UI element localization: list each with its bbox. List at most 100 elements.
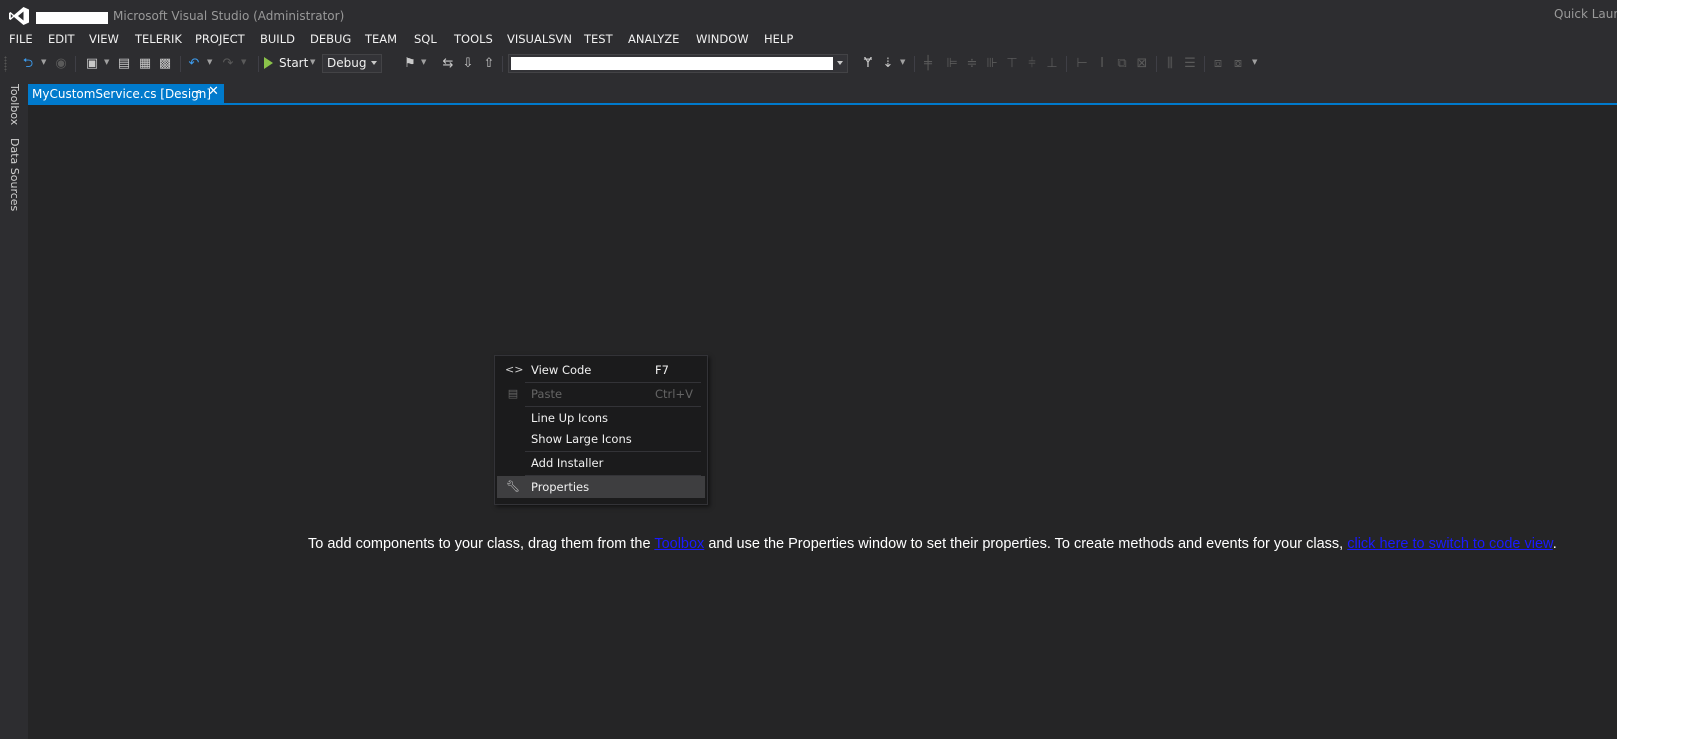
visual-studio-logo-icon [9, 7, 29, 25]
start-dropdown-icon[interactable]: ▼ [310, 58, 315, 66]
paste-icon: ▤ [507, 387, 519, 400]
window-title: Microsoft Visual Studio (Administrator) [113, 9, 345, 23]
make-same-size-icon[interactable]: ⊠ [1134, 56, 1150, 72]
navigate-back-dropdown-icon[interactable]: ▼ [41, 58, 46, 66]
save-icon[interactable]: ▦ [137, 56, 153, 72]
quick-launch-box[interactable]: Quick Launch [1554, 7, 1617, 21]
document-tab-mycustomservice[interactable]: MyCustomService.cs [Design] ⊸ ✕ [28, 84, 224, 103]
redo-dropdown-icon[interactable]: ▼ [241, 58, 246, 66]
designer-hint-text: To add components to your class, drag th… [308, 536, 1557, 552]
menu-item-line-up-icons[interactable]: Line Up Icons [497, 407, 705, 429]
toolbox-link[interactable]: Toolbox [654, 536, 704, 552]
menu-sql[interactable]: SQL [414, 32, 437, 46]
menu-item-show-large-icons[interactable]: Show Large Icons [497, 428, 705, 450]
toolbox-dock-tab[interactable]: Toolbox [8, 84, 21, 125]
menu-item-label: Add Installer [531, 456, 604, 470]
step-over-icon[interactable]: ⇆ [440, 56, 456, 72]
component-design-surface[interactable] [28, 105, 1617, 739]
redo-icon[interactable]: ↷ [220, 56, 236, 72]
align-top-icon[interactable]: ⊤ [1004, 56, 1020, 72]
close-icon[interactable]: ✕ [208, 84, 219, 99]
menu-test[interactable]: TEST [584, 32, 613, 46]
chevron-down-icon [837, 61, 843, 65]
attach-process-icon[interactable]: ⚑ [402, 56, 418, 72]
menu-window[interactable]: WINDOW [696, 32, 749, 46]
toolbar-separator [1066, 56, 1067, 72]
new-project-dropdown-icon[interactable]: ▼ [104, 58, 109, 66]
make-same-width-icon[interactable]: ⊢ [1074, 56, 1090, 72]
align-center-icon[interactable]: ≑ [964, 56, 980, 72]
menu-view[interactable]: VIEW [89, 32, 119, 46]
configuration-value: Debug [327, 56, 367, 70]
menu-item-add-installer[interactable]: Add Installer [497, 452, 705, 474]
horizontal-spacing-icon[interactable]: ⫼ [1162, 56, 1178, 72]
menu-edit[interactable]: EDIT [48, 32, 75, 46]
make-same-height-icon[interactable]: Ⅰ [1094, 56, 1110, 72]
menu-item-label: View Code [531, 363, 592, 377]
undo-dropdown-icon[interactable]: ▼ [207, 58, 212, 66]
navigate-forward-icon[interactable]: ◉ [53, 56, 69, 72]
step-out-icon[interactable]: ⇧ [481, 56, 497, 72]
toolbar-separator [1204, 56, 1205, 72]
start-label: Start [279, 56, 309, 70]
menu-item-label: Line Up Icons [531, 411, 609, 425]
pin-icon[interactable]: ⊸ [192, 85, 201, 98]
chevron-down-icon [371, 61, 377, 65]
toolbar-separator [1156, 56, 1157, 72]
menu-item-shortcut: F7 [655, 363, 669, 377]
menu-item-label: Paste [531, 387, 563, 401]
menu-item-label: Show Large Icons [531, 432, 632, 446]
menu-telerik[interactable]: TELERIK [135, 32, 182, 46]
menu-item-properties[interactable]: 🔧︎ Properties [497, 476, 705, 498]
hint-text-part: . [1552, 536, 1557, 552]
toolbar-grip[interactable] [4, 56, 7, 72]
menu-project[interactable]: PROJECT [195, 32, 245, 46]
menu-item-label: Properties [531, 480, 590, 494]
snap-grid-icon[interactable]: ╪ [920, 56, 936, 72]
redacted-project-name [511, 57, 833, 70]
toolbar-separator [914, 56, 915, 72]
menu-build[interactable]: BUILD [260, 32, 295, 46]
vertical-spacing-icon[interactable]: ☰ [1182, 56, 1198, 72]
startup-project-select[interactable] [508, 54, 848, 73]
menu-item-view-code[interactable]: <> View Code F7 [497, 359, 705, 381]
menu-file[interactable]: FILE [9, 32, 33, 46]
menu-help[interactable]: HELP [764, 32, 793, 46]
solution-configuration-select[interactable]: Debug [322, 54, 382, 73]
menu-visualsvn[interactable]: VISUALSVN [507, 32, 572, 46]
left-dock-strip: Toolbox Data Sources [0, 80, 26, 739]
document-tab-title: MyCustomService.cs [Design] [32, 87, 212, 101]
navigate-back-icon[interactable]: ⮌ [20, 56, 36, 72]
bring-to-front-icon[interactable]: ⧈ [1210, 56, 1226, 72]
code-icon: <> [505, 363, 524, 376]
commit-icon[interactable]: ⇣ [880, 56, 896, 72]
save-all-icon[interactable]: ▩ [157, 56, 173, 72]
toolbar-separator [258, 56, 259, 72]
branch-icon[interactable]: Ɏ [860, 56, 876, 72]
switch-to-code-view-link[interactable]: click here to switch to code view [1347, 536, 1553, 552]
data-sources-dock-tab[interactable]: Data Sources [8, 138, 21, 211]
align-bottom-icon[interactable]: ⊥ [1044, 56, 1060, 72]
hint-text-part: To add components to your class, drag th… [308, 536, 655, 552]
align-middle-icon[interactable]: ⫩ [1024, 56, 1040, 72]
toolbar-separator [502, 56, 503, 72]
menu-analyze[interactable]: ANALYZE [628, 32, 679, 46]
toolbar-options-dropdown-icon[interactable]: ▼ [1252, 58, 1257, 66]
undo-icon[interactable]: ↶ [186, 56, 202, 72]
commit-dropdown-icon[interactable]: ▼ [900, 58, 905, 66]
start-debugging-button[interactable]: Start [264, 56, 308, 70]
align-left-icon[interactable]: ⊫ [944, 56, 960, 72]
start-play-icon [264, 57, 273, 69]
new-project-icon[interactable]: ▣ [84, 56, 100, 72]
open-file-icon[interactable]: ▤ [116, 56, 132, 72]
menu-item-paste: ▤ Paste Ctrl+V [497, 383, 705, 405]
step-into-icon[interactable]: ⇩ [460, 56, 476, 72]
context-menu: <> View Code F7 ▤ Paste Ctrl+V Line Up I… [494, 355, 708, 505]
menu-tools[interactable]: TOOLS [454, 32, 493, 46]
align-right-icon[interactable]: ⊪ [984, 56, 1000, 72]
size-to-grid-icon[interactable]: ⧉ [1114, 56, 1130, 72]
menu-debug[interactable]: DEBUG [310, 32, 351, 46]
menu-team[interactable]: TEAM [365, 32, 397, 46]
attach-dropdown-icon[interactable]: ▼ [421, 58, 426, 66]
send-to-back-icon[interactable]: ⧇ [1230, 56, 1246, 72]
